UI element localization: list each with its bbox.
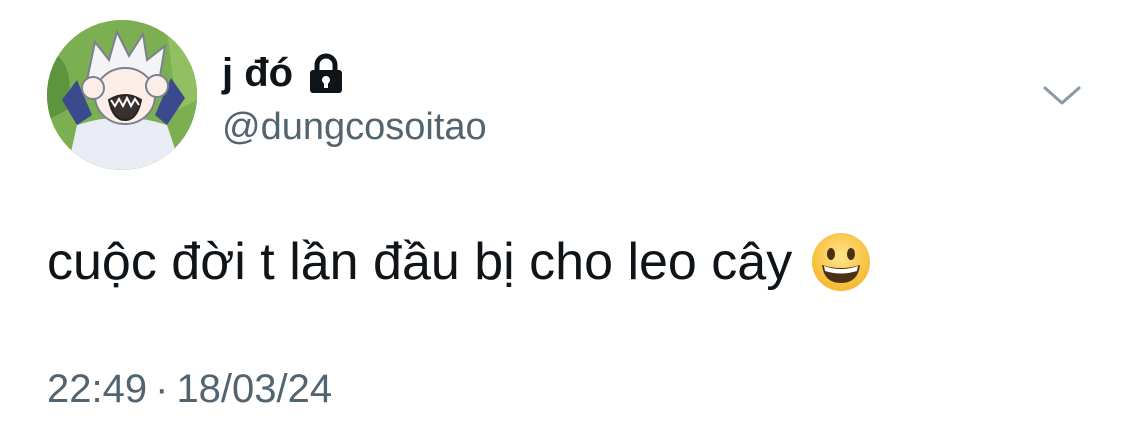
- lock-icon: [307, 53, 345, 95]
- tweet-timestamp: 22:49 · 18/03/24: [47, 364, 332, 414]
- avatar[interactable]: [47, 20, 197, 170]
- tweet: j đó @dungcosoitao cuộc đời t lần đầu bị…: [0, 0, 1125, 447]
- chevron-down-icon[interactable]: [1041, 80, 1083, 110]
- tweet-date[interactable]: 18/03/24: [176, 367, 332, 411]
- display-name[interactable]: j đó: [222, 48, 293, 98]
- author-name-row: j đó: [222, 48, 345, 98]
- tweet-time[interactable]: 22:49: [47, 367, 147, 411]
- user-handle[interactable]: @dungcosoitao: [222, 104, 487, 150]
- grinning-face-emoji: [810, 231, 872, 293]
- tweet-text: cuộc đời t lần đầu bị cho leo cây: [47, 233, 793, 291]
- separator: ·: [155, 367, 169, 411]
- avatar-image: [47, 20, 197, 170]
- tweet-text-row: cuộc đời t lần đầu bị cho leo cây: [47, 228, 872, 296]
